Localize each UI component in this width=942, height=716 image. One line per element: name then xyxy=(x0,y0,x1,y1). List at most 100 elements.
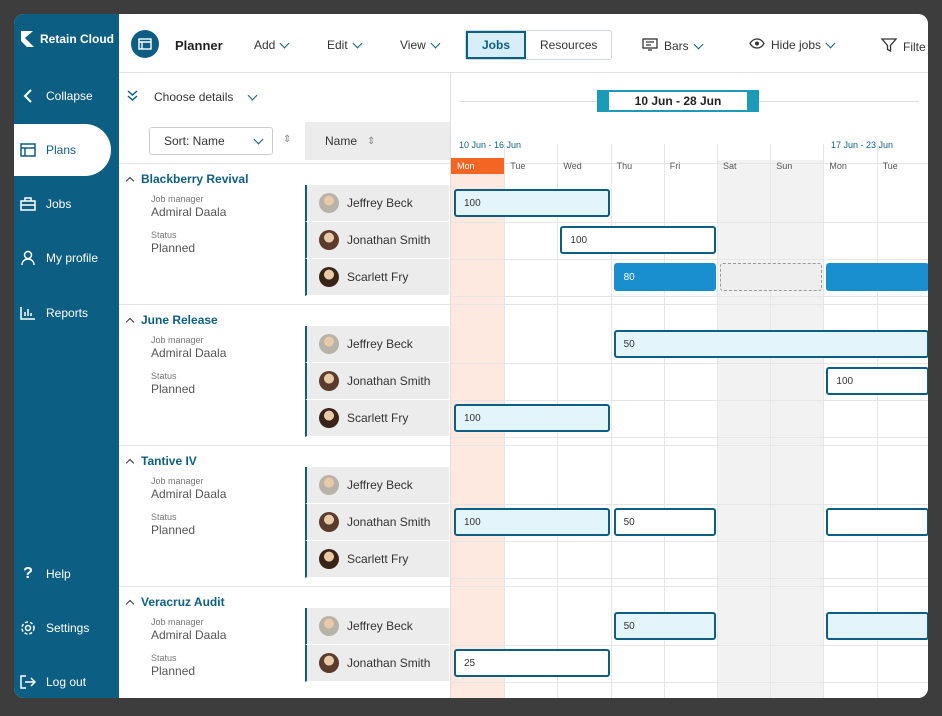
view-menu[interactable]: View xyxy=(400,38,441,52)
tab-jobs[interactable]: Jobs xyxy=(466,31,527,59)
avatar-jeffrey-beck-icon xyxy=(319,616,339,636)
status-value: Planned xyxy=(151,382,196,396)
allocation-bar[interactable]: 100 xyxy=(454,404,610,432)
sidebar-item-settings[interactable]: Settings xyxy=(14,608,119,648)
project-title[interactable]: Veracruz Audit xyxy=(125,595,225,609)
date-range-slider[interactable]: 10 Jun - 28 Jun xyxy=(597,90,759,112)
hide-jobs-menu[interactable]: Hide jobs xyxy=(749,38,836,52)
job-manager-value: Admiral Daala xyxy=(151,487,227,501)
grid-separator xyxy=(451,445,928,446)
resource-row[interactable]: Jeffrey Beck xyxy=(305,467,449,504)
job-manager-value: Admiral Daala xyxy=(151,628,227,642)
project-title[interactable]: Tantive IV xyxy=(125,454,197,468)
name-column-label: Name xyxy=(325,134,358,148)
allocation-bar[interactable] xyxy=(826,508,928,536)
resource-row[interactable]: Scarlett Fry xyxy=(305,400,449,437)
sidebar-item-plans[interactable]: Plans xyxy=(14,124,111,176)
name-column-header[interactable]: Name ⇕ xyxy=(305,122,450,160)
project-title[interactable]: June Release xyxy=(125,313,218,327)
bars-menu[interactable]: Bars xyxy=(642,38,704,54)
grid-hline xyxy=(451,363,928,364)
grid-separator xyxy=(451,586,928,587)
plans-icon xyxy=(20,142,36,158)
sort-select[interactable]: Sort: Name xyxy=(149,127,273,155)
chevron-down-icon xyxy=(247,90,258,100)
project-title[interactable]: Blackberry Revival xyxy=(125,172,249,186)
add-label: Add xyxy=(254,38,276,52)
range-handle-left[interactable] xyxy=(597,90,609,112)
chevron-up-icon[interactable] xyxy=(125,317,135,326)
resource-row[interactable]: Jonathan Smith xyxy=(305,645,449,682)
resource-name: Jeffrey Beck xyxy=(347,619,413,633)
sidebar-item-help[interactable]: ? Help xyxy=(14,554,119,594)
sidebar-item-label: Settings xyxy=(46,621,90,635)
resource-row[interactable]: Jonathan Smith xyxy=(305,363,449,400)
project-name: Blackberry Revival xyxy=(141,172,249,186)
allocation-bar[interactable]: 50 xyxy=(613,330,928,358)
resource-row[interactable]: Jonathan Smith xyxy=(305,222,449,259)
allocation-bar[interactable] xyxy=(720,263,823,291)
project-name: June Release xyxy=(141,313,218,327)
grid-hline xyxy=(451,400,928,401)
sidebar-item-reports[interactable]: Reports xyxy=(14,293,119,333)
eye-icon xyxy=(749,38,765,52)
view-toggle: Jobs Resources xyxy=(465,30,613,60)
add-menu[interactable]: Add xyxy=(254,38,290,52)
sort-order-icon[interactable]: ⇕ xyxy=(283,134,291,145)
chevron-up-icon[interactable] xyxy=(125,599,135,608)
avatar-jonathan-smith-icon xyxy=(319,371,339,391)
allocation-bar[interactable] xyxy=(826,612,928,640)
resource-name: Jeffrey Beck xyxy=(347,196,413,210)
avatar-scarlett-fry-icon xyxy=(319,549,339,569)
allocation-bar[interactable]: 100 xyxy=(454,508,610,536)
job-manager-value: Admiral Daala xyxy=(151,346,227,360)
day-header: Thu xyxy=(616,161,633,171)
job-manager-label: Job manager xyxy=(151,476,204,486)
chevron-down-icon xyxy=(279,38,290,48)
resource-row[interactable]: Jeffrey Beck xyxy=(305,185,449,222)
range-handle-right[interactable] xyxy=(747,90,759,112)
allocation-bar[interactable] xyxy=(826,263,928,291)
collapse-label: Collapse xyxy=(46,89,93,103)
chevron-left-icon xyxy=(20,88,36,104)
day-header: Tue xyxy=(510,161,526,171)
help-icon: ? xyxy=(23,565,33,582)
allocation-bar[interactable]: 100 xyxy=(826,367,928,395)
allocation-bar[interactable]: 50 xyxy=(613,612,716,640)
resource-row[interactable]: Jonathan Smith xyxy=(305,504,449,541)
allocation-bar[interactable]: 50 xyxy=(613,508,716,536)
tab-resources[interactable]: Resources xyxy=(526,31,611,59)
chevron-down-icon xyxy=(825,38,836,48)
resource-row[interactable]: Scarlett Fry xyxy=(305,259,449,296)
filter-menu[interactable]: Filte xyxy=(880,38,926,55)
allocation-bar[interactable]: 100 xyxy=(560,226,716,254)
sidebar-item-my-profile[interactable]: My profile xyxy=(14,238,119,278)
sidebar-item-log-out[interactable]: Log out xyxy=(14,662,119,698)
brand-logo[interactable]: Retain Cloud xyxy=(20,30,114,48)
resource-row[interactable]: Jeffrey Beck xyxy=(305,326,449,363)
chevron-up-icon[interactable] xyxy=(125,176,135,185)
resource-row[interactable]: Scarlett Fry xyxy=(305,541,449,578)
allocation-bar[interactable]: 100 xyxy=(454,189,610,217)
status-value: Planned xyxy=(151,523,196,537)
sidebar-item-jobs[interactable]: Jobs xyxy=(14,184,119,224)
project-separator xyxy=(119,304,450,305)
week-label-2: 17 Jun - 23 Jun xyxy=(831,140,894,150)
gear-icon xyxy=(20,620,36,636)
sidebar-item-label: Help xyxy=(46,567,71,581)
collapse-button[interactable]: Collapse xyxy=(14,76,119,116)
chevron-up-icon[interactable] xyxy=(125,458,135,467)
sidebar-item-label: Reports xyxy=(46,306,89,320)
day-header: Sat xyxy=(723,161,737,171)
allocation-value: 50 xyxy=(623,620,635,632)
allocation-bar[interactable]: 25 xyxy=(454,649,610,677)
project-separator xyxy=(119,445,450,446)
choose-details-button[interactable]: Choose details xyxy=(127,90,258,104)
avatar-jeffrey-beck-icon xyxy=(319,334,339,354)
resource-name: Jonathan Smith xyxy=(347,374,431,388)
grid-hline xyxy=(451,504,928,505)
allocation-bar[interactable]: 80 xyxy=(613,263,716,291)
edit-menu[interactable]: Edit xyxy=(327,38,363,52)
grid-separator xyxy=(451,304,928,305)
resource-row[interactable]: Jeffrey Beck xyxy=(305,608,449,645)
